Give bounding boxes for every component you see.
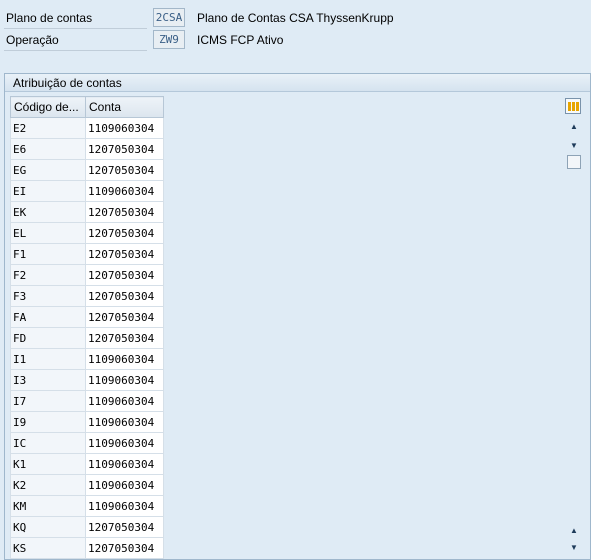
operation-field[interactable]: ZW9 bbox=[153, 30, 185, 49]
cell-code[interactable]: F3 bbox=[10, 285, 86, 307]
operation-row: Operação ZW9 ICMS FCP Ativo bbox=[0, 30, 591, 51]
scroll-thumb[interactable] bbox=[567, 155, 581, 169]
chart-of-accounts-description: Plano de Contas CSA ThyssenKrupp bbox=[197, 11, 394, 25]
cell-account[interactable]: 1109060304 bbox=[85, 432, 164, 454]
table-row[interactable]: EI 1109060304 bbox=[10, 180, 164, 202]
cell-code[interactable]: EG bbox=[10, 159, 86, 181]
operation-description: ICMS FCP Ativo bbox=[197, 33, 284, 47]
cell-code[interactable]: IC bbox=[10, 432, 86, 454]
cell-code[interactable]: E6 bbox=[10, 138, 86, 160]
label-underline bbox=[4, 50, 147, 51]
scroll-down-bottom-icon[interactable]: ▼ bbox=[566, 541, 582, 555]
cell-account[interactable]: 1109060304 bbox=[85, 495, 164, 517]
cell-account[interactable]: 1207050304 bbox=[85, 306, 164, 328]
cell-code[interactable]: EL bbox=[10, 222, 86, 244]
cell-account[interactable]: 1207050304 bbox=[85, 537, 164, 559]
cell-account[interactable]: 1207050304 bbox=[85, 159, 164, 181]
table-settings-icon[interactable] bbox=[565, 98, 581, 114]
cell-code[interactable]: FD bbox=[10, 327, 86, 349]
cell-code[interactable]: KM bbox=[10, 495, 86, 517]
cell-account[interactable]: 1109060304 bbox=[85, 411, 164, 433]
table-row[interactable]: I3 1109060304 bbox=[10, 369, 164, 391]
table-row[interactable]: I1 1109060304 bbox=[10, 348, 164, 370]
table-row[interactable]: EK 1207050304 bbox=[10, 201, 164, 223]
cell-code[interactable]: EI bbox=[10, 180, 86, 202]
table-row[interactable]: E6 1207050304 bbox=[10, 138, 164, 160]
cell-code[interactable]: KS bbox=[10, 537, 86, 559]
table-row[interactable]: K1 1109060304 bbox=[10, 453, 164, 475]
table-row[interactable]: K2 1109060304 bbox=[10, 474, 164, 496]
group-title: Atribuição de contas bbox=[5, 74, 590, 92]
account-assignment-group: Atribuição de contas Código de... Conta … bbox=[4, 73, 591, 560]
cell-account[interactable]: 1207050304 bbox=[85, 138, 164, 160]
cell-account[interactable]: 1109060304 bbox=[85, 369, 164, 391]
cell-account[interactable]: 1109060304 bbox=[85, 117, 164, 139]
cell-account[interactable]: 1207050304 bbox=[85, 285, 164, 307]
table-row[interactable]: EG 1207050304 bbox=[10, 159, 164, 181]
cell-code[interactable]: F2 bbox=[10, 264, 86, 286]
chart-of-accounts-row: Plano de contas 2CSA Plano de Contas CSA… bbox=[0, 8, 591, 29]
table-row[interactable]: KQ 1207050304 bbox=[10, 516, 164, 538]
cell-account[interactable]: 1109060304 bbox=[85, 348, 164, 370]
cell-account[interactable]: 1207050304 bbox=[85, 201, 164, 223]
chart-of-accounts-field[interactable]: 2CSA bbox=[153, 8, 185, 27]
scroll-up-bottom-icon[interactable]: ▲ bbox=[566, 524, 582, 538]
table-row[interactable]: FD 1207050304 bbox=[10, 327, 164, 349]
cell-account[interactable]: 1109060304 bbox=[85, 180, 164, 202]
cell-code[interactable]: FA bbox=[10, 306, 86, 328]
cell-code[interactable]: K2 bbox=[10, 474, 86, 496]
table-row[interactable]: E2 1109060304 bbox=[10, 117, 164, 139]
table-header-row: Código de... Conta bbox=[10, 96, 164, 118]
cell-code[interactable]: I9 bbox=[10, 411, 86, 433]
column-header-code[interactable]: Código de... bbox=[10, 96, 86, 118]
cell-code[interactable]: K1 bbox=[10, 453, 86, 475]
table-row[interactable]: KS 1207050304 bbox=[10, 537, 164, 559]
account-assignment-table: Código de... Conta E2 1109060304 E6 1207050… bbox=[10, 96, 164, 559]
vertical-scrollbar[interactable]: ▲ ▼ ▲ ▼ bbox=[565, 96, 583, 558]
column-header-account[interactable]: Conta bbox=[85, 96, 164, 118]
table-row[interactable]: EL 1207050304 bbox=[10, 222, 164, 244]
scroll-down-icon[interactable]: ▼ bbox=[566, 139, 582, 153]
cell-code[interactable]: I7 bbox=[10, 390, 86, 412]
table-row[interactable]: F3 1207050304 bbox=[10, 285, 164, 307]
label-underline bbox=[4, 28, 147, 29]
cell-code[interactable]: KQ bbox=[10, 516, 86, 538]
cell-account[interactable]: 1109060304 bbox=[85, 453, 164, 475]
table-row[interactable]: F2 1207050304 bbox=[10, 264, 164, 286]
operation-label: Operação bbox=[6, 33, 59, 47]
cell-account[interactable]: 1207050304 bbox=[85, 264, 164, 286]
table-row[interactable]: FA 1207050304 bbox=[10, 306, 164, 328]
cell-account[interactable]: 1207050304 bbox=[85, 222, 164, 244]
cell-code[interactable]: I1 bbox=[10, 348, 86, 370]
scroll-up-icon[interactable]: ▲ bbox=[566, 120, 582, 134]
cell-code[interactable]: E2 bbox=[10, 117, 86, 139]
table-row[interactable]: KM 1109060304 bbox=[10, 495, 164, 517]
cell-account[interactable]: 1109060304 bbox=[85, 390, 164, 412]
cell-account[interactable]: 1207050304 bbox=[85, 327, 164, 349]
table-row[interactable]: I9 1109060304 bbox=[10, 411, 164, 433]
cell-code[interactable]: EK bbox=[10, 201, 86, 223]
cell-code[interactable]: F1 bbox=[10, 243, 86, 265]
cell-account[interactable]: 1207050304 bbox=[85, 243, 164, 265]
table-row[interactable]: IC 1109060304 bbox=[10, 432, 164, 454]
chart-of-accounts-label: Plano de contas bbox=[6, 11, 93, 25]
cell-account[interactable]: 1109060304 bbox=[85, 474, 164, 496]
table-row[interactable]: I7 1109060304 bbox=[10, 390, 164, 412]
cell-code[interactable]: I3 bbox=[10, 369, 86, 391]
table-row[interactable]: F1 1207050304 bbox=[10, 243, 164, 265]
cell-account[interactable]: 1207050304 bbox=[85, 516, 164, 538]
account-table-area: Código de... Conta E2 1109060304 E6 1207050… bbox=[10, 96, 584, 559]
